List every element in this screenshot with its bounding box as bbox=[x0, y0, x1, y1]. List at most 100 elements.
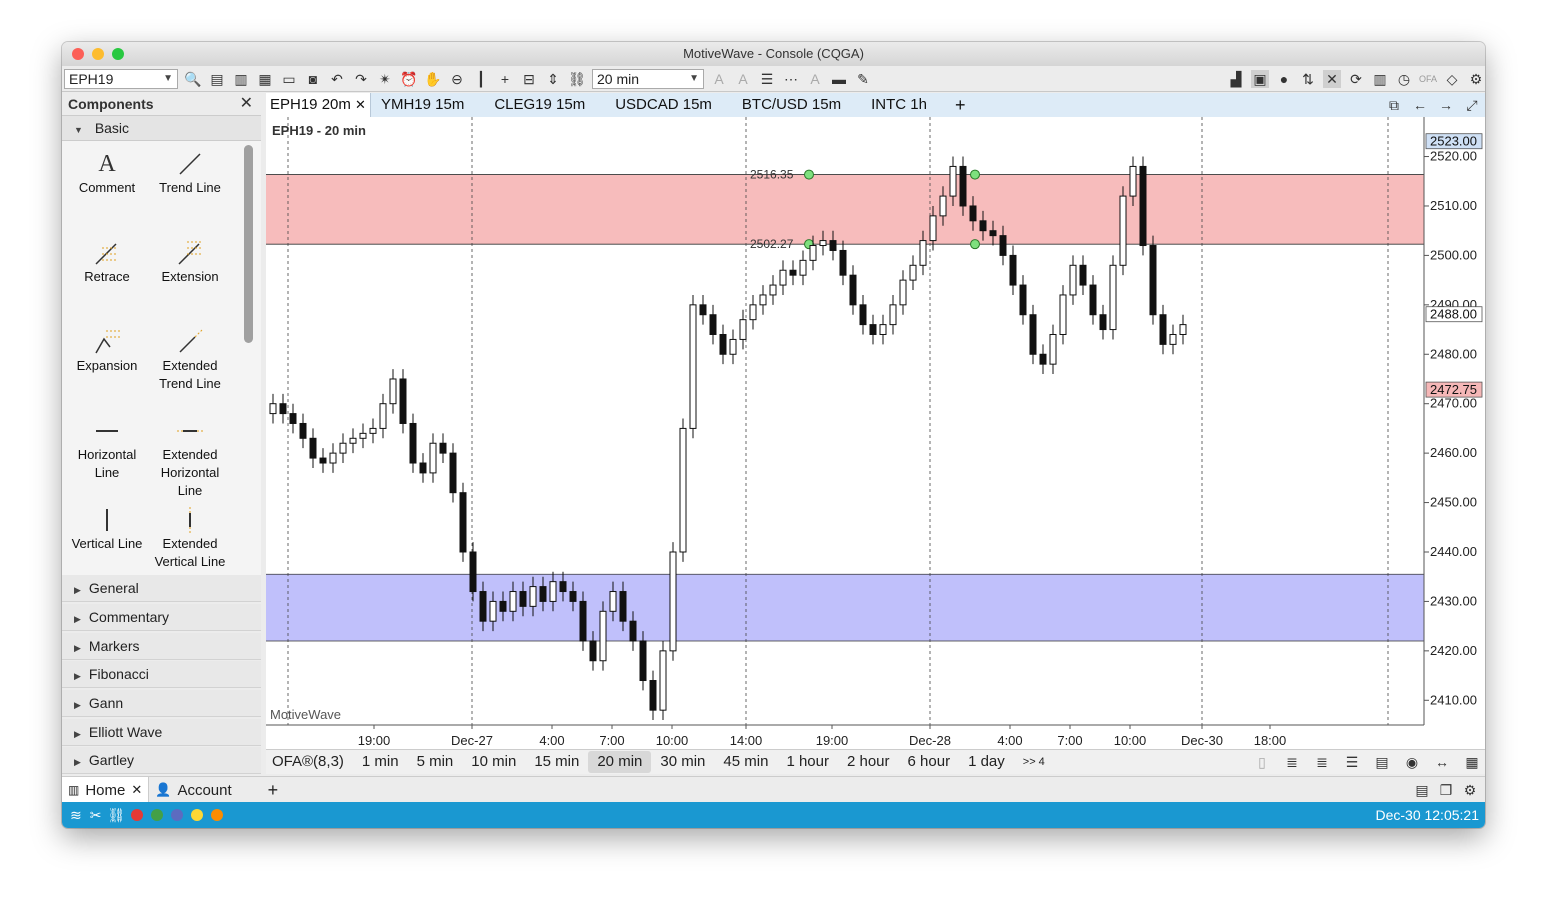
ruler-icon[interactable]: ⊟ bbox=[520, 70, 538, 88]
fill-color-icon[interactable]: ▬ bbox=[830, 70, 848, 88]
align-left-icon[interactable]: ≣ bbox=[1283, 753, 1301, 771]
tab-ymh19[interactable]: YMH19 15m bbox=[371, 93, 480, 117]
tf-1-hour[interactable]: 1 hour bbox=[777, 751, 838, 773]
eye-icon[interactable]: ◉ bbox=[1403, 753, 1421, 771]
bar-chart-icon[interactable]: ▟ bbox=[1227, 70, 1245, 88]
redo-icon[interactable]: ↷ bbox=[352, 70, 370, 88]
tf-2-hour[interactable]: 2 hour bbox=[838, 751, 899, 773]
category-elliott-wave[interactable]: ▶ Elliott Wave bbox=[62, 719, 261, 746]
line-width-icon[interactable]: ☰ bbox=[758, 70, 776, 88]
category-general[interactable]: ▶ General bbox=[62, 575, 261, 602]
brush-color-icon[interactable]: ✎ bbox=[854, 70, 872, 88]
line-style-icon[interactable]: ⋯ bbox=[782, 70, 800, 88]
chart-type-icon[interactable]: ▤ bbox=[1373, 753, 1391, 771]
tag-icon[interactable]: ◇ bbox=[1443, 70, 1461, 88]
close-icon[interactable]: ✕ bbox=[240, 93, 253, 115]
tf-15-min[interactable]: 15 min bbox=[525, 751, 588, 773]
zoom-window-button[interactable] bbox=[112, 48, 124, 60]
close-icon[interactable]: ✕ bbox=[355, 97, 366, 112]
tf-30-min[interactable]: 30 min bbox=[651, 751, 714, 773]
save-as-icon[interactable]: ▦ bbox=[256, 70, 274, 88]
tool-trend-line[interactable]: Trend Line bbox=[147, 149, 233, 197]
tf-1-min[interactable]: 1 min bbox=[353, 751, 408, 773]
refresh-icon[interactable]: ⟳ bbox=[1347, 70, 1365, 88]
bar-style-icon[interactable]: ┃ bbox=[472, 70, 490, 88]
components-scrollbar[interactable] bbox=[244, 145, 253, 343]
link-icon[interactable]: ⛓ bbox=[568, 70, 586, 88]
tool-extension[interactable]: Extension bbox=[147, 238, 233, 286]
arrow-right-icon[interactable]: → bbox=[1437, 96, 1455, 114]
tf-1-day[interactable]: 1 day bbox=[959, 751, 1014, 773]
new-document-icon[interactable]: ▤ bbox=[208, 70, 226, 88]
category-markers[interactable]: ▶ Markers bbox=[62, 633, 261, 660]
crosshair-icon[interactable]: + bbox=[496, 70, 514, 88]
expand-icon[interactable]: ⤢ bbox=[1463, 96, 1481, 114]
search-icon[interactable]: 🔍 bbox=[184, 70, 202, 88]
category-fibonacci[interactable]: ▶ Fibonacci bbox=[62, 661, 261, 688]
width-icon[interactable]: ↔ bbox=[1433, 753, 1451, 771]
font-increase-icon[interactable]: A bbox=[710, 70, 728, 88]
arrow-left-icon[interactable]: ← bbox=[1411, 96, 1429, 114]
tool-comment[interactable]: A Comment bbox=[64, 149, 150, 197]
tf-20-min[interactable]: 20 min bbox=[588, 751, 652, 773]
pan-hand-icon[interactable]: ✋ bbox=[424, 70, 442, 88]
more-timeframes[interactable]: >> 4 bbox=[1014, 751, 1054, 773]
fit-vertical-icon[interactable]: ⇕ bbox=[544, 70, 562, 88]
chevron-down-icon[interactable]: ▼ bbox=[163, 70, 173, 88]
timeframe-select[interactable]: 20 min ▼ bbox=[592, 68, 704, 89]
tab-account[interactable]: 👤 Account bbox=[149, 777, 237, 803]
chart-window-icon[interactable]: ▣ bbox=[1251, 69, 1269, 88]
list-icon[interactable]: ☰ bbox=[1343, 753, 1361, 771]
tf-5-min[interactable]: 5 min bbox=[408, 751, 463, 773]
tab-btcusd[interactable]: BTC/USD 15m bbox=[728, 93, 857, 117]
category-commentary[interactable]: ▶ Commentary bbox=[62, 604, 261, 631]
save-icon[interactable]: ▥ bbox=[232, 70, 250, 88]
tab-usdcad[interactable]: USDCAD 15m bbox=[601, 93, 728, 117]
crosshair-wand-icon[interactable]: ✴ bbox=[376, 70, 394, 88]
category-gartley[interactable]: ▶ Gartley bbox=[62, 747, 261, 774]
history-icon[interactable]: ◷ bbox=[1395, 70, 1413, 88]
undo-icon[interactable]: ↶ bbox=[328, 70, 346, 88]
close-icon[interactable]: ✕ bbox=[131, 782, 142, 798]
tool-vertical-line[interactable]: Vertical Line bbox=[64, 505, 150, 553]
tab-intc[interactable]: INTC 1h bbox=[857, 93, 943, 117]
calendar-icon[interactable]: ▦ bbox=[1463, 753, 1481, 771]
copy-icon[interactable]: ❐ bbox=[1437, 781, 1455, 799]
tf-6-hour[interactable]: 6 hour bbox=[899, 751, 960, 773]
chart-area[interactable]: 2516.35 2502.27 2520.00 2510.00 2500.00 2490… bbox=[266, 117, 1485, 774]
ofa-icon[interactable]: OFA bbox=[1419, 70, 1437, 88]
basic-section-header[interactable]: ▼ Basic bbox=[62, 115, 261, 141]
chevron-down-icon[interactable]: ▼ bbox=[689, 70, 699, 88]
layout-icon[interactable]: ▤ bbox=[1413, 781, 1431, 799]
category-gann[interactable]: ▶ Gann bbox=[62, 690, 261, 717]
alarm-icon[interactable]: ⏰ bbox=[400, 70, 418, 88]
align-center-icon[interactable]: ≣ bbox=[1313, 753, 1331, 771]
close-window-button[interactable] bbox=[72, 48, 84, 60]
tool-expansion[interactable]: Expansion bbox=[64, 327, 150, 375]
shapes-icon[interactable]: ● bbox=[1275, 70, 1293, 88]
font-decrease-icon[interactable]: A bbox=[734, 70, 752, 88]
tool-extended-horizontal-line[interactable]: Extended Horizontal Line bbox=[147, 416, 233, 500]
tool-extended-trend-line[interactable]: Extended Trend Line bbox=[147, 327, 233, 393]
tool-extended-vertical-line[interactable]: Extended Vertical Line bbox=[147, 505, 233, 571]
tool-horizontal-line[interactable]: Horizontal Line bbox=[64, 416, 150, 482]
tf-10-min[interactable]: 10 min bbox=[462, 751, 525, 773]
detach-icon[interactable]: ⧉ bbox=[1385, 96, 1403, 114]
tab-cleg19[interactable]: CLEG19 15m bbox=[480, 93, 601, 117]
gear-icon[interactable]: ⚙ bbox=[1467, 70, 1485, 88]
minimize-window-button[interactable] bbox=[92, 48, 104, 60]
tab-home[interactable]: ▥ Home ✕ bbox=[62, 777, 150, 803]
add-tab-button[interactable]: + bbox=[943, 93, 982, 117]
sort-icon[interactable]: ⇅ bbox=[1299, 70, 1317, 88]
camera-icon[interactable]: ◙ bbox=[304, 70, 322, 88]
price-chart[interactable]: 2516.352502.27 2520.002510.002500.002490… bbox=[266, 117, 1485, 749]
columns-icon[interactable]: ▥ bbox=[1371, 70, 1389, 88]
tab-eph19[interactable]: EPH19 20m ✕ bbox=[266, 93, 371, 117]
open-folder-icon[interactable]: ▭ bbox=[280, 70, 298, 88]
add-tab-button[interactable]: + bbox=[262, 777, 285, 803]
indicator-ofa[interactable]: OFA®(8,3) bbox=[266, 751, 353, 773]
tf-45-min[interactable]: 45 min bbox=[714, 751, 777, 773]
gear-icon[interactable]: ⚙ bbox=[1461, 781, 1479, 799]
zoom-out-icon[interactable]: ⊖ bbox=[448, 70, 466, 88]
tools-icon[interactable]: ✕ bbox=[1323, 69, 1341, 88]
